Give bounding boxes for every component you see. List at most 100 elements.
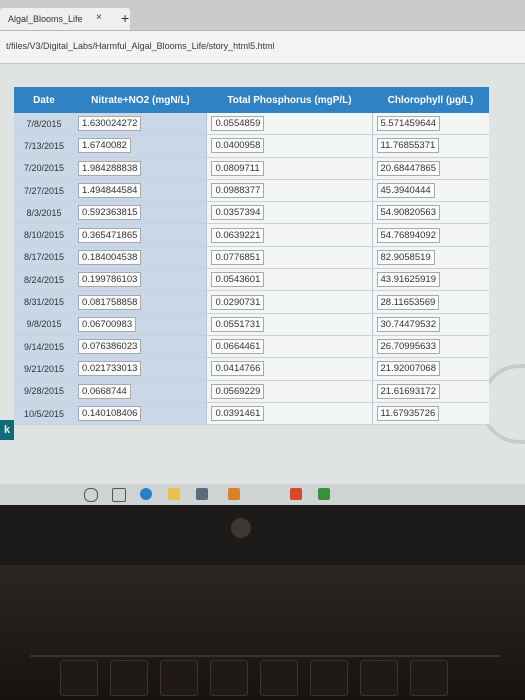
cell-nitrate: 1.630024272 [73,113,207,136]
cell-chlorophyll: 11.76855371 [371,134,489,158]
cell-value: 0.0543601 [211,272,265,288]
cell-nitrate: 0.184004538 [73,246,207,270]
cell-chlorophyll: 54.76894092 [371,223,489,247]
chrome-icon[interactable] [318,488,330,500]
cell-phosphorus: 0.0400958 [206,134,372,158]
office-icon[interactable] [290,488,302,500]
keyboard-key [260,660,298,696]
cell-date: 8/10/2015 [14,223,74,247]
taskbar [0,484,525,505]
column-header-phosphorus: Total Phosphorus (mgP/L) [206,87,372,113]
cell-date: 7/27/2015 [14,179,74,203]
cell-phosphorus: 0.0551731 [206,313,372,336]
table-row: 9/14/2015 0.076386023 0.0664461 26.70995633 [14,335,489,359]
cell-value: 0.06700983 [77,316,137,332]
cell-nitrate: 0.06700983 [73,313,207,336]
cell-value: 11.76855371 [376,138,440,154]
table-row: 8/24/2015 0.199786103 0.0543601 43.91625919 [14,268,489,292]
keyboard-key [310,660,348,696]
cell-nitrate: 0.592363815 [73,201,207,225]
cell-value: 0.0400958 [211,138,265,154]
cell-value: 1.630024272 [77,116,142,132]
task-view-icon[interactable] [112,488,126,502]
store-icon[interactable] [196,488,208,500]
table-row: 9/28/2015 0.0668744 0.0569229 21.61693172 [14,380,489,403]
table-row: 8/10/2015 0.365471865 0.0639221 54.76894092 [14,223,489,247]
cell-date: 8/17/2015 [14,246,74,270]
browser-tab[interactable]: Algal_Blooms_Life [0,8,130,30]
cell-value: 0.081758858 [77,294,142,310]
cell-phosphorus: 0.0554859 [206,113,372,136]
cell-value: 43.91625919 [376,272,440,288]
cell-nitrate: 0.365471865 [73,223,207,247]
cell-phosphorus: 0.0776851 [206,246,372,270]
cell-date: 7/13/2015 [14,134,74,158]
cell-phosphorus: 0.0357394 [206,201,372,225]
url-text[interactable]: t/files/V3/Digital_Labs/Harmful_Algal_Bl… [6,41,275,51]
cell-value: 21.61693172 [376,383,440,399]
cell-value: 5.571459644 [376,116,440,132]
cell-nitrate: 0.140108406 [73,402,207,426]
cell-date: 9/8/2015 [14,313,74,336]
cell-nitrate: 0.081758858 [73,290,207,314]
cell-chlorophyll: 45.3940444 [371,179,489,203]
cell-phosphorus: 0.0639221 [206,223,372,247]
cell-chlorophyll: 21.92007068 [371,357,489,381]
cell-value: 0.021733013 [77,361,142,377]
cell-phosphorus: 0.0664461 [206,335,372,359]
table-row: 7/20/2015 1.984288838 0.0809711 20.68447865 [14,157,489,180]
tab-close-icon[interactable]: × [96,12,102,23]
new-tab-icon[interactable]: + [121,10,129,26]
cell-chlorophyll: 30.74479532 [371,313,489,336]
table-row: 10/5/2015 0.140108406 0.0391461 11.67935726 [14,402,489,426]
cell-value: 1.6740082 [77,138,131,154]
cell-value: 0.140108406 [77,406,142,421]
cell-value: 0.592363815 [77,205,142,221]
cell-date: 9/21/2015 [14,357,74,381]
search-icon[interactable] [84,488,98,502]
cell-chlorophyll: 26.70995633 [371,335,489,359]
cell-value: 54.90820563 [376,205,440,221]
table-row: 8/17/2015 0.184004538 0.0776851 82.9058519 [14,246,489,270]
address-bar[interactable]: t/files/V3/Digital_Labs/Harmful_Algal_Bl… [0,31,525,64]
side-tab[interactable]: k [0,420,14,440]
cell-value: 0.0551731 [211,316,265,332]
table-row: 7/8/2015 1.630024272 0.0554859 5.571459644 [14,113,489,136]
keyboard-key [360,660,398,696]
cell-value: 0.0988377 [211,183,265,199]
cell-value: 0.365471865 [77,227,142,243]
edge-icon[interactable] [140,488,152,500]
cell-value: 0.0668744 [77,383,131,399]
cell-value: 0.0639221 [211,227,265,243]
cell-chlorophyll: 54.90820563 [371,201,489,225]
column-header-chlorophyll: Chlorophyll (µg/L) [372,87,489,113]
tab-bar: Algal_Blooms_Life × + [0,0,525,31]
cell-date: 8/3/2015 [14,201,74,225]
cell-phosphorus: 0.0391461 [206,402,372,426]
cell-value: 1.984288838 [77,160,142,176]
cell-date: 9/28/2015 [14,380,74,403]
cell-value: 45.3940444 [376,183,435,199]
cell-nitrate: 0.076386023 [73,335,207,359]
cell-value: 0.184004538 [77,249,142,265]
table-header-row: Date Nitrate+NO2 (mgN/L) Total Phosphoru… [14,87,489,113]
cell-phosphorus: 0.0414766 [206,357,372,381]
table-row: 7/13/2015 1.6740082 0.0400958 11.76855371 [14,134,489,158]
cell-chlorophyll: 43.91625919 [371,268,489,292]
table-row: 9/21/2015 0.021733013 0.0414766 21.92007068 [14,357,489,381]
laptop-bezel [0,505,525,565]
cell-date: 8/24/2015 [14,268,74,292]
cell-value: 0.0664461 [211,339,265,355]
table-row: 7/27/2015 1.494844584 0.0988377 45.3940444 [14,179,489,203]
cell-value: 0.0776851 [211,249,265,265]
cell-value: 21.92007068 [376,361,440,377]
column-header-date: Date [14,87,74,113]
cell-value: 0.0569229 [211,383,265,399]
app-icon[interactable] [228,488,240,500]
cell-nitrate: 1.6740082 [73,134,207,158]
cell-chlorophyll: 20.68447865 [371,157,489,180]
cell-value: 54.76894092 [376,227,440,243]
file-explorer-icon[interactable] [168,488,180,500]
keyboard-key [210,660,248,696]
cell-value: 0.0809711 [211,160,264,176]
